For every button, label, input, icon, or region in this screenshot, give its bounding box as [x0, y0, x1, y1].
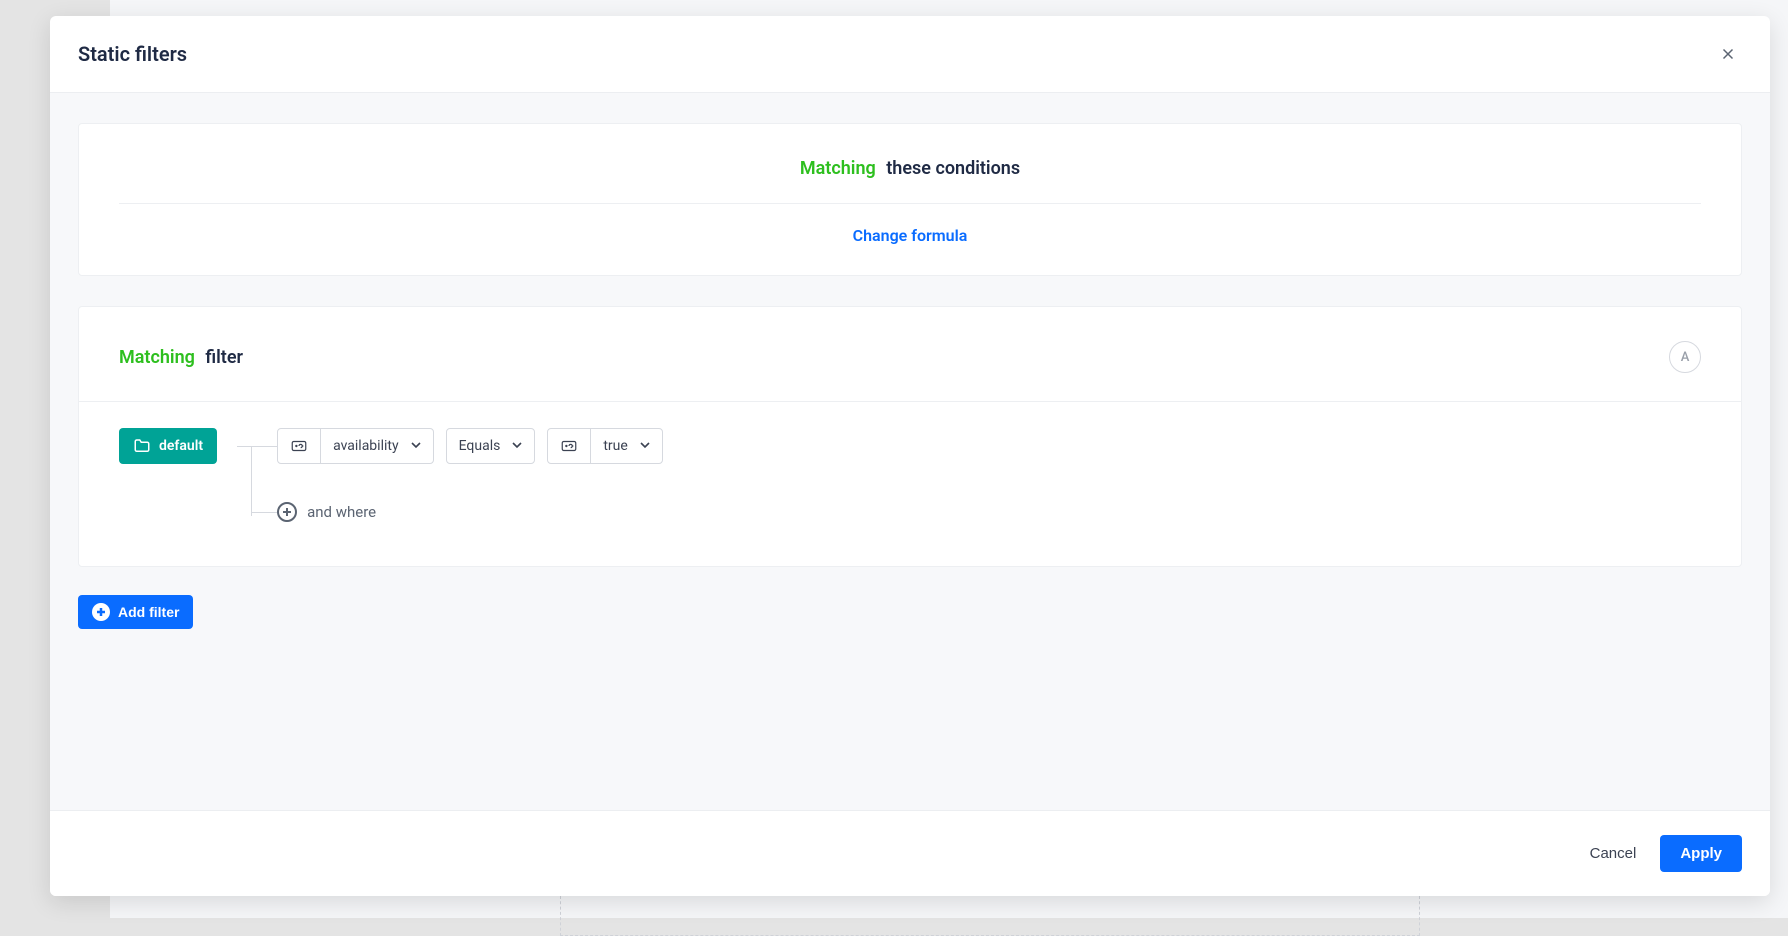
filter-tree: availability Equals: [237, 428, 663, 530]
filter-matching-label: Matching: [119, 347, 195, 368]
operator-seg: Equals: [447, 429, 535, 463]
group-pill-label: default: [159, 438, 203, 454]
filter-suffix: filter: [205, 347, 243, 368]
field-name: availability: [333, 438, 399, 454]
modal-title: Static filters: [78, 42, 187, 66]
filter-condition-row: availability Equals: [277, 428, 663, 464]
attribute-icon: [290, 437, 308, 455]
plus-solid-icon: [92, 603, 110, 621]
field-type-icon-seg: [278, 429, 320, 463]
field-name-seg: availability: [320, 429, 433, 463]
add-filter-button[interactable]: Add filter: [78, 595, 193, 629]
apply-button[interactable]: Apply: [1660, 835, 1742, 872]
filter-badge: A: [1669, 341, 1701, 373]
chevron-down-icon: [512, 438, 522, 454]
and-where-button[interactable]: and where: [277, 502, 376, 522]
group-pill[interactable]: default: [119, 428, 217, 464]
value-type-icon-seg: [548, 429, 590, 463]
modal-header: Static filters: [50, 16, 1770, 93]
attribute-icon: [560, 437, 578, 455]
filter-row: default availability: [119, 428, 1701, 530]
background-dashed-box: [560, 896, 1420, 936]
value-label: true: [603, 438, 627, 454]
filter-card-header: Matching filter A: [79, 307, 1741, 402]
cancel-button[interactable]: Cancel: [1590, 845, 1637, 862]
value-selector[interactable]: true: [547, 428, 662, 464]
conditions-summary: Matching these conditions: [119, 158, 1701, 204]
chevron-down-icon: [640, 438, 650, 454]
modal-body: Matching these conditions Change formula…: [50, 93, 1770, 810]
filter-card-body: default availability: [79, 402, 1741, 566]
and-where-row: and where: [277, 494, 663, 530]
add-filter-label: Add filter: [118, 604, 179, 620]
conditions-card: Matching these conditions Change formula: [78, 123, 1742, 276]
folder-icon: [133, 437, 151, 455]
filter-card-title: Matching filter: [119, 347, 243, 368]
chevron-down-icon: [411, 438, 421, 454]
operator-selector[interactable]: Equals: [446, 428, 536, 464]
change-formula-link[interactable]: Change formula: [853, 226, 968, 245]
conditions-suffix: these conditions: [886, 158, 1020, 179]
close-icon: [1719, 45, 1737, 63]
plus-circle-icon: [277, 502, 297, 522]
conditions-matching-label: Matching: [800, 158, 876, 179]
filter-card: Matching filter A default: [78, 306, 1742, 567]
and-where-label: and where: [307, 503, 376, 521]
value-seg: true: [590, 429, 661, 463]
modal-footer: Cancel Apply: [50, 810, 1770, 896]
close-button[interactable]: [1714, 40, 1742, 68]
static-filters-modal: Static filters Matching these conditions…: [50, 16, 1770, 896]
operator-label: Equals: [459, 438, 501, 454]
field-selector[interactable]: availability: [277, 428, 434, 464]
